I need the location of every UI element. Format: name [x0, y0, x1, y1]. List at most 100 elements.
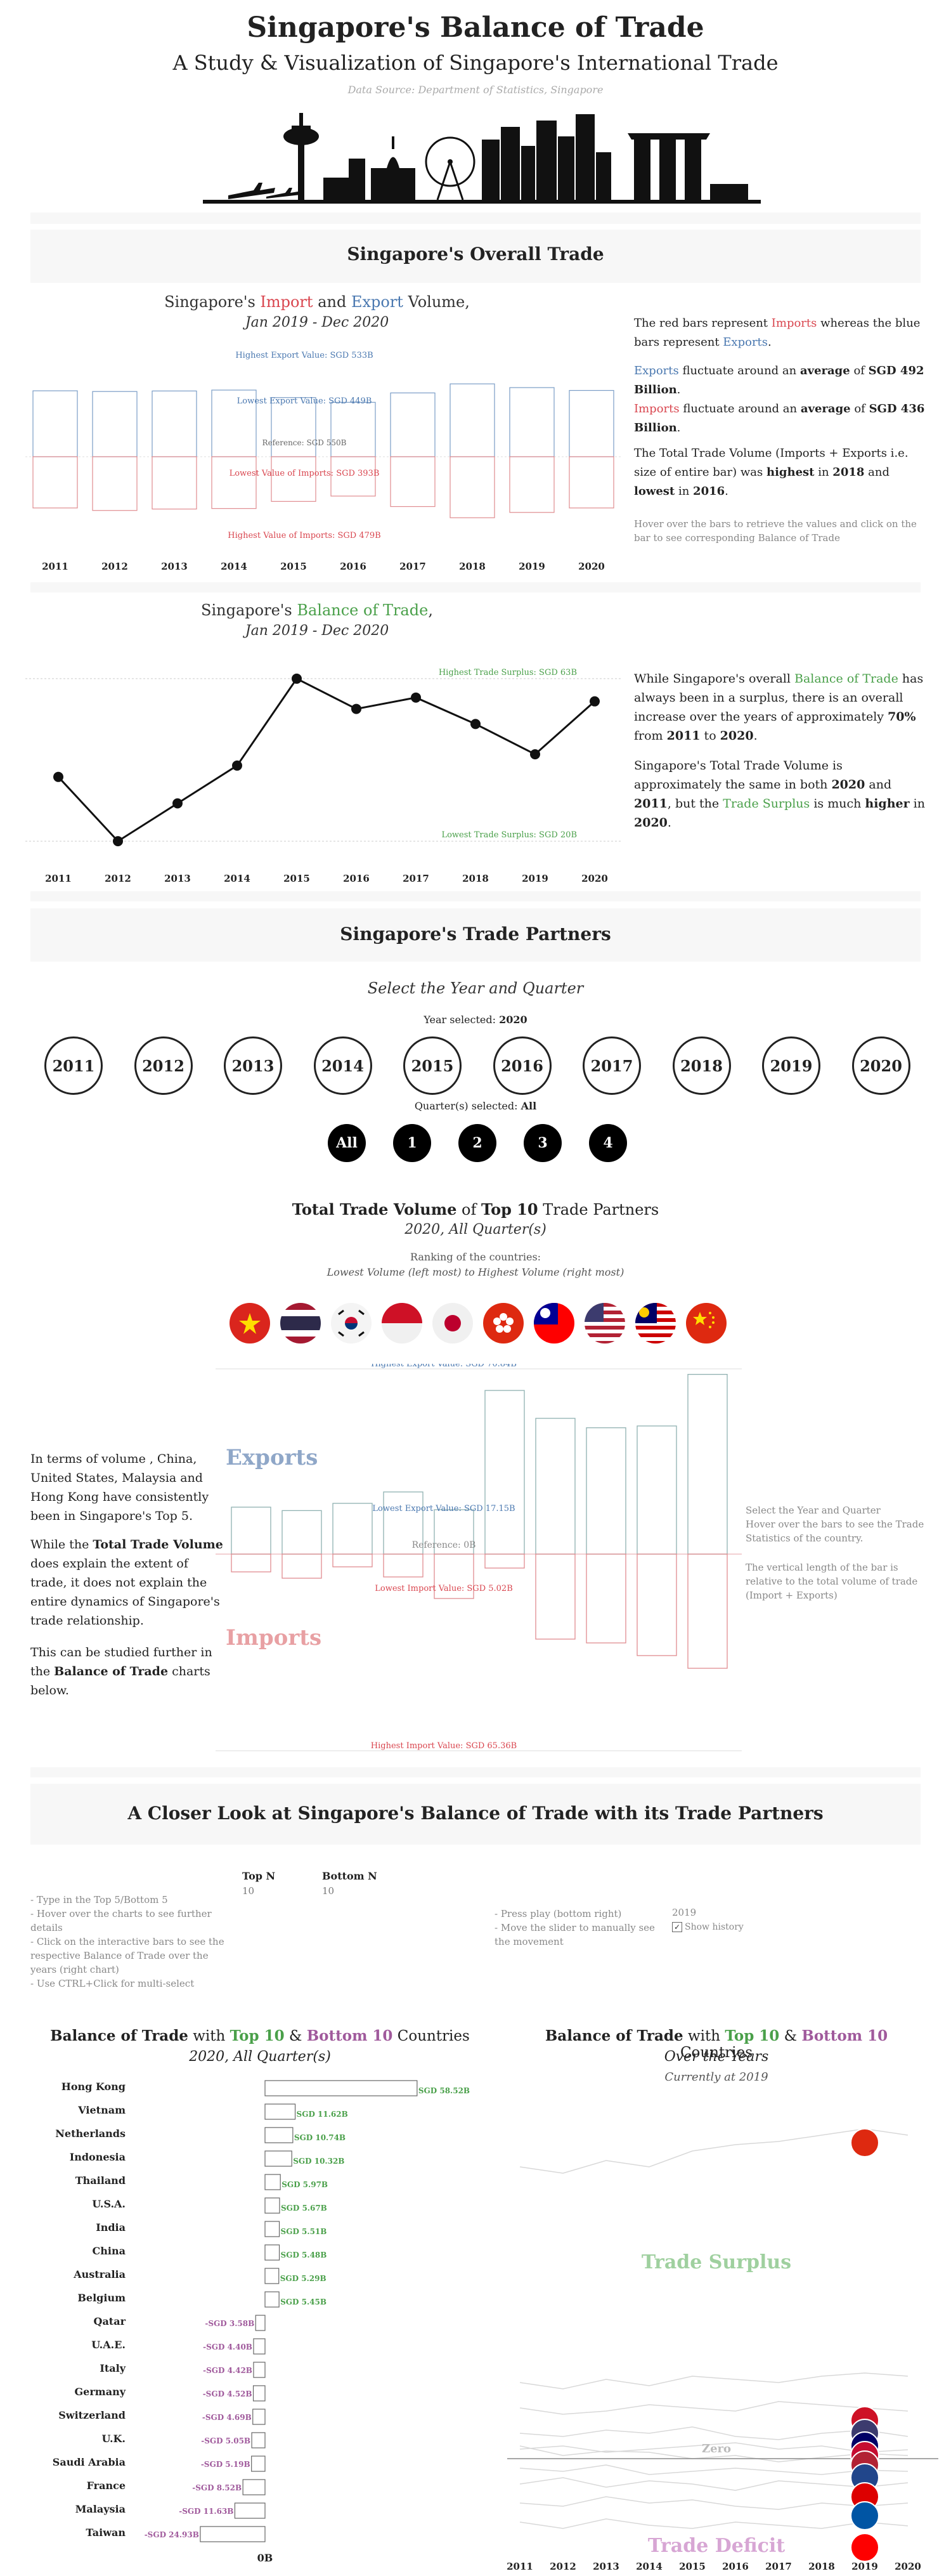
partners-right-text-2: Hover over the bars to see the Trade Sta… — [746, 1519, 924, 1544]
surplus-bar — [264, 2103, 296, 2120]
country-label: Belgium — [77, 2292, 126, 2304]
taiwan-flag-icon[interactable] — [533, 1302, 576, 1345]
topn-input[interactable]: 10 — [242, 1885, 299, 1897]
surplus-bar — [264, 2291, 280, 2308]
balance-point — [590, 696, 600, 707]
balance-text-2: Singapore's Total Trade Volume is approx… — [634, 759, 925, 830]
quarter-selected-text: Quarter(s) selected: All — [414, 1100, 537, 1112]
country-label: India — [96, 2221, 126, 2233]
export-bar — [569, 389, 614, 457]
balance-point — [530, 749, 540, 760]
partner-export-bar — [687, 1373, 728, 1555]
partners-left-text-3: This can be studied further in the Balan… — [30, 1645, 212, 1697]
balance-text-1: While Singapore's overall Balance of Tra… — [634, 672, 924, 743]
balance-over-years-line-chart[interactable]: Zero Trade Surplus Trade Deficit 2011 2012 20… — [507, 2091, 938, 2573]
year-tick-label: 2016 — [343, 873, 370, 884]
vietnam-flag-icon[interactable] — [228, 1302, 271, 1345]
partners-left-text-2: While the Total Trade Volume does explai… — [30, 1538, 223, 1628]
hong-kong-flag-icon[interactable] — [482, 1302, 525, 1345]
year-tick-label: 2017 — [403, 873, 429, 884]
volume-text-3: The Total Trade Volume (Imports + Export… — [634, 447, 909, 498]
deficit-bar — [251, 2432, 266, 2449]
partners-right-text-1: Select the Year and Quarter — [746, 1505, 881, 1516]
usa-flag-icon[interactable] — [583, 1302, 626, 1345]
deficit-bar — [252, 2385, 266, 2402]
history-line — [519, 2464, 909, 2475]
partner-export-bar — [586, 1427, 626, 1555]
quarter-button-all[interactable]: All — [328, 1124, 366, 1162]
deficit-bar — [255, 2315, 266, 2331]
bottomn-input[interactable]: 10 — [322, 1885, 379, 1897]
country-label: U.S.A. — [92, 2198, 126, 2210]
quarter-button-3[interactable]: 3 — [524, 1124, 562, 1162]
bar-value-label: -SGD 5.05B — [201, 2436, 250, 2445]
year-button-2020[interactable]: 2020 — [851, 1036, 910, 1095]
zero-line-label: Zero — [702, 2442, 731, 2455]
thailand-flag-icon[interactable] — [279, 1302, 322, 1345]
partner-import-bar — [484, 1553, 525, 1569]
surplus-bar — [264, 2221, 280, 2237]
year-tick-label: 2014 — [221, 561, 247, 572]
balance-point — [53, 771, 63, 782]
page-title: Singapore's Balance of Trade — [247, 11, 704, 44]
balance-of-trade-line-chart[interactable]: 2011 2012 2013 2014 2015 2016 2017 2018 2019 2020… — [25, 653, 621, 888]
year-button-2014[interactable]: 2014 — [313, 1036, 372, 1095]
bar-value-label: SGD 10.74B — [294, 2133, 346, 2142]
surplus-bar — [264, 2174, 281, 2190]
year-button-2013[interactable]: 2013 — [224, 1036, 282, 1095]
year-button-2018[interactable]: 2018 — [672, 1036, 731, 1095]
year-tick-label: 2015 — [679, 2561, 706, 2572]
year-tick-label: 2015 — [280, 561, 307, 572]
quarter-button-1[interactable]: 1 — [393, 1124, 431, 1162]
country-label: Malaysia — [75, 2503, 126, 2515]
quarter-button-4[interactable]: 4 — [589, 1124, 627, 1162]
partner-import-bar — [637, 1553, 677, 1656]
annotation-high-import: Highest Value of Imports: SGD 479B — [228, 531, 380, 540]
balance-chart-subtitle: Jan 2019 - Dec 2020 — [245, 623, 389, 639]
volume-hint: Hover over the bars to retrieve the valu… — [634, 518, 917, 544]
partners-right-text-3: The vertical length of the bar is relati… — [746, 1562, 918, 1601]
annotation-high-import: Highest Import Value: SGD 65.36B — [371, 1741, 517, 1751]
checkbox-icon[interactable]: ✓ — [672, 1922, 682, 1932]
year-slider-value[interactable]: 2019 — [672, 1907, 696, 1918]
instruction-line: - Hover over the charts to see further d… — [30, 1908, 212, 1933]
quarter-button-2[interactable]: 2 — [458, 1124, 496, 1162]
bar-value-label: -SGD 4.40B — [203, 2343, 252, 2351]
bar-value-label: -SGD 5.19B — [201, 2460, 250, 2469]
country-label: Taiwan — [86, 2527, 126, 2539]
year-button-2015[interactable]: 2015 — [403, 1036, 462, 1095]
deficit-bar — [200, 2526, 266, 2542]
year-button-2019[interactable]: 2019 — [762, 1036, 820, 1095]
china-flag-icon[interactable] — [685, 1302, 728, 1345]
annotation-reference: Reference: 0B — [412, 1540, 476, 1550]
top10-trade-volume-chart[interactable]: Highest Export Value: SGD 70.84B Lowest E… — [216, 1364, 742, 1757]
country-label: U.K. — [101, 2433, 126, 2445]
japan-flag-icon[interactable] — [431, 1302, 474, 1345]
country-label: U.A.E. — [91, 2339, 126, 2351]
balance-top-bottom-bar-chart[interactable]: Hong Kong SGD 58.52B Vietnam SGD 11.62B Neth… — [30, 2073, 500, 2574]
indonesia-flag-icon[interactable] — [380, 1302, 424, 1345]
south-korea-flag-icon[interactable] — [330, 1302, 373, 1345]
year-button-2016[interactable]: 2016 — [493, 1036, 552, 1095]
year-button-2012[interactable]: 2012 — [134, 1036, 193, 1095]
year-button-2011[interactable]: 2011 — [44, 1036, 103, 1095]
balance-point — [411, 692, 421, 703]
import-export-volume-chart[interactable]: 2011 2012 2013 2014 2015 2016 2017 2018 2019 2020… — [25, 343, 621, 577]
annotation-low-surplus: Lowest Trade Surplus: SGD 20B — [441, 830, 577, 840]
import-bar — [92, 456, 138, 511]
import-bar — [211, 456, 257, 509]
country-label: Italy — [100, 2362, 126, 2374]
volume-text-1: The red bars represent Imports whereas t… — [634, 317, 921, 349]
year-tick-label: 2011 — [507, 2561, 533, 2572]
show-history-label: Show history — [685, 1922, 744, 1932]
country-label: Hong Kong — [61, 2081, 126, 2093]
annotation-high-export: Highest Export Value: SGD 70.84B — [371, 1364, 517, 1369]
bar-value-label: SGD 5.97B — [281, 2180, 328, 2189]
bar-value-label: -SGD 24.93B — [145, 2530, 199, 2539]
year-button-2017[interactable]: 2017 — [583, 1036, 641, 1095]
show-history-checkbox[interactable]: ✓ Show history — [672, 1922, 744, 1932]
malaysia-flag-icon[interactable] — [634, 1302, 677, 1345]
history-line — [519, 2128, 909, 2174]
country-label: Indonesia — [70, 2151, 126, 2163]
year-tick-label: 2014 — [636, 2561, 663, 2572]
